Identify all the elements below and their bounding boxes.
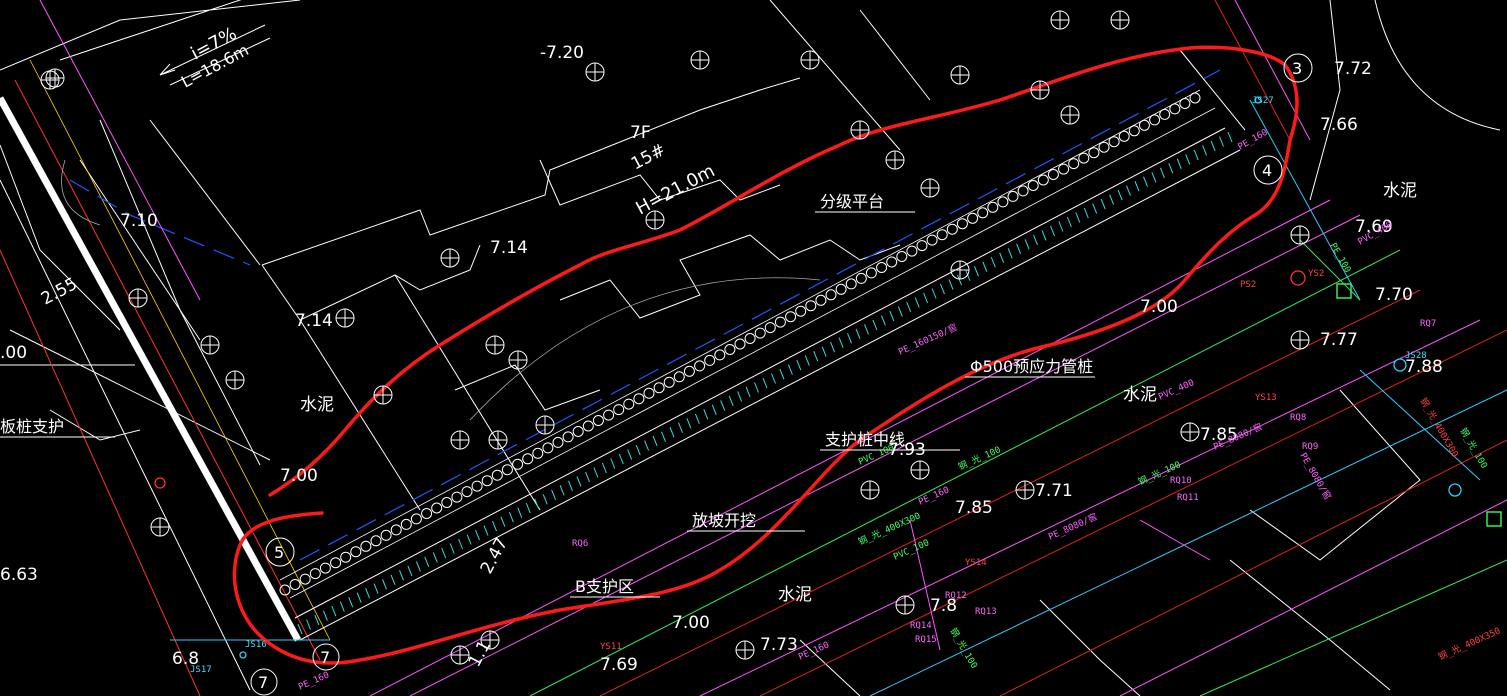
- tree-symbol: [1050, 10, 1070, 30]
- zone-b-label: B支护区: [575, 577, 634, 596]
- tag-rq11: RQ11: [1177, 493, 1199, 503]
- elev-710: 7.10: [120, 211, 158, 231]
- callout-5-label: 5: [274, 543, 284, 562]
- tree-symbol: [1015, 480, 1035, 500]
- cement-label-1: 水泥: [300, 395, 334, 415]
- background: [0, 0, 1507, 696]
- tag-ys14: YS14: [965, 558, 987, 568]
- cement-label-4: 水泥: [778, 585, 812, 605]
- callout-7b-label: 7: [320, 648, 330, 667]
- elev-771: 7.71: [1035, 481, 1073, 501]
- tag-ps2: PS2: [1240, 280, 1256, 290]
- cement-label-2: 水泥: [1383, 181, 1417, 201]
- tree-symbol: [150, 517, 170, 537]
- tag-rq12: RQ12: [945, 591, 967, 601]
- tree-symbol: [1060, 105, 1080, 125]
- elev-714b: 7.14: [295, 311, 333, 331]
- tree-symbol: [488, 430, 508, 450]
- tag-rq13: RQ13: [975, 607, 997, 617]
- tree-symbol: [335, 308, 355, 328]
- elev-663: 6.63: [0, 565, 38, 585]
- tag-js17: JS17: [190, 665, 212, 675]
- callout-3-label: 3: [1292, 59, 1302, 78]
- tag-rq7: RQ7: [1420, 319, 1436, 329]
- elev-785b: 7.85: [955, 498, 993, 518]
- tree-symbol: [485, 335, 505, 355]
- tree-symbol: [690, 50, 710, 70]
- tree-symbol: [1290, 330, 1310, 350]
- tree-symbol: [1290, 225, 1310, 245]
- tag-rq8: RQ8: [1290, 413, 1306, 423]
- tree-symbol: [1110, 10, 1130, 30]
- tree-symbol: [920, 178, 940, 198]
- pile-label: Φ500预应力管桩: [970, 357, 1093, 376]
- tree-symbol: [40, 70, 60, 90]
- tree-symbol: [585, 62, 605, 82]
- elev-766: 7.66: [1320, 115, 1358, 135]
- tag-js28: JS28: [1405, 351, 1427, 361]
- elev-777: 7.77: [1320, 330, 1358, 350]
- elev-770: 7.70: [1375, 285, 1413, 305]
- tree-symbol: [128, 288, 148, 308]
- cad-drawing-canvas: 3 4 5 7 7 i=7% L=18.6m -7.20 7.72 7.66 7…: [0, 0, 1507, 696]
- elev-714: 7.14: [490, 238, 528, 258]
- tag-ys13: YS13: [1255, 393, 1277, 403]
- tree-symbol: [950, 65, 970, 85]
- tag-rq9: RQ9: [1302, 442, 1318, 452]
- sheet-pile-label: 板桩支护: [0, 417, 64, 436]
- tree-symbol: [735, 640, 755, 660]
- graded-platform-label: 分级平台: [820, 192, 884, 211]
- tree-symbol: [895, 595, 915, 615]
- tag-rq14: RQ14: [910, 621, 932, 631]
- tag-js16: JS16: [245, 640, 267, 650]
- cement-label-3: 水泥: [1123, 385, 1157, 405]
- elev-700c: 7.00: [280, 466, 318, 486]
- tag-rq10: RQ10: [1170, 476, 1192, 486]
- tree-symbol: [885, 150, 905, 170]
- tree-symbol: [1180, 422, 1200, 442]
- tree-symbol: [200, 335, 220, 355]
- elev-772: 7.72: [1334, 59, 1372, 79]
- tree-symbol: [800, 50, 820, 70]
- tree-symbol: [508, 350, 528, 370]
- elev-700a: 7.00: [1140, 297, 1178, 317]
- floor-count: 7F: [630, 123, 651, 143]
- callout-7-label: 7: [258, 673, 268, 692]
- elev-720: -7.20: [540, 43, 584, 63]
- tree-symbol: [860, 480, 880, 500]
- elev-700d: .00: [0, 343, 27, 363]
- tree-symbol: [450, 430, 470, 450]
- slope-cut-label: 放坡开挖: [692, 511, 756, 530]
- tree-symbol: [950, 260, 970, 280]
- tree-symbol: [850, 120, 870, 140]
- tree-symbol: [45, 68, 65, 88]
- tag-rq15: RQ15: [915, 635, 937, 645]
- tree-symbol: [1030, 80, 1050, 100]
- tree-symbol: [910, 460, 930, 480]
- tag-ys11: YS11: [600, 642, 622, 652]
- elev-769b: 7.69: [600, 655, 638, 675]
- callout-4-label: 4: [1262, 161, 1272, 180]
- elev-700b: 7.00: [672, 613, 710, 633]
- tree-symbol: [373, 385, 393, 405]
- tree-symbol: [440, 248, 460, 268]
- tree-symbol: [535, 415, 555, 435]
- tag-rq6: RQ6: [572, 539, 588, 549]
- tree-symbol: [225, 370, 245, 390]
- elev-773: 7.73: [760, 635, 798, 655]
- tag-ys2: YS2: [1308, 269, 1324, 279]
